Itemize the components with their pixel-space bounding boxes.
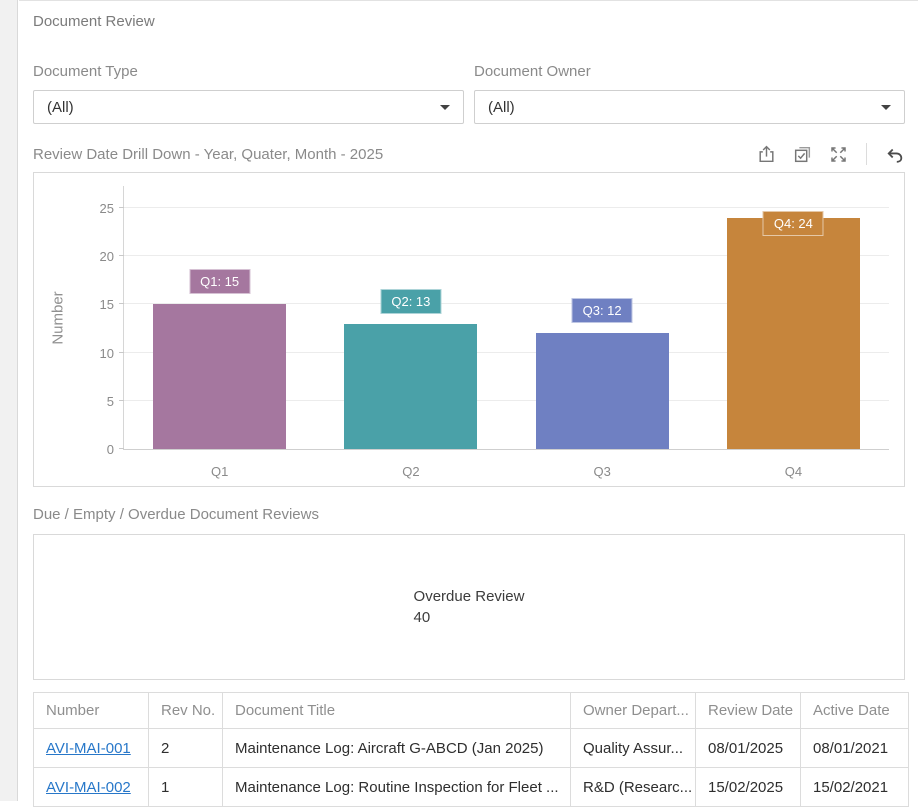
filters-row: Document Type (All) Document Owner (All) (33, 63, 905, 124)
table-body: AVI-MAI-001 2 Maintenance Log: Aircraft G-… (33, 728, 909, 807)
gridline (124, 207, 889, 208)
overdue-metric: Overdue Review 40 (414, 586, 525, 628)
y-tick-label: 20 (99, 249, 114, 265)
y-tick-label: 5 (106, 393, 114, 409)
table-header-row: Number Rev No. Document Title Owner Depart.… (33, 692, 909, 729)
overdue-metric-label: Overdue Review (413, 588, 525, 605)
table-cell: 08/01/2025 (695, 728, 801, 768)
bar-q4[interactable] (726, 217, 860, 449)
table-cell: 2 (148, 728, 223, 768)
bar-q3[interactable] (535, 333, 669, 449)
y-axis-title: Number (49, 291, 67, 345)
y-tick-mark (119, 207, 124, 208)
bar-chart: Number 0 5 10 15 20 25 Q1: 15 Q1 Q2: 13 Q2 Q3: 12 Q… (33, 172, 905, 487)
multi-select-icon[interactable] (792, 144, 813, 165)
x-axis-label: Q2 (402, 464, 420, 479)
maximize-icon[interactable] (828, 144, 849, 165)
document-number-link[interactable]: AVI-MAI-001 (46, 740, 131, 757)
overdue-metric-value: 40 (413, 609, 431, 626)
export-icon[interactable] (756, 144, 777, 165)
column-header: Owner Depart... (570, 692, 696, 729)
chart-toolbar (756, 143, 905, 165)
x-axis-label: Q1 (210, 464, 229, 479)
y-tick-label: 25 (99, 201, 114, 216)
column-header: Rev No. (148, 692, 223, 729)
bar-q2[interactable] (344, 323, 478, 449)
left-gutter (0, 0, 18, 801)
bar-value-label: Q1: 15 (189, 269, 251, 295)
x-axis-label: Q4 (784, 464, 803, 479)
y-tick-label: 0 (106, 442, 114, 457)
column-header: Document Title (222, 692, 571, 729)
overdue-review-card[interactable]: Overdue Review 40 (33, 534, 905, 680)
table-cell: 08/01/2021 (800, 728, 909, 768)
y-tick-mark (119, 448, 124, 449)
table-cell: Quality Assur... (570, 728, 696, 768)
document-type-label: Document Type (33, 63, 138, 80)
document-owner-value: (All) (488, 98, 515, 116)
y-tick-label: 10 (99, 345, 114, 361)
table-cell: Maintenance Log: Aircraft G-ABCD (Jan 20… (222, 728, 571, 768)
x-axis-label: Q3 (593, 464, 611, 479)
document-review-panel: Document Review Document Type (All) Docu… (19, 0, 918, 807)
y-tick-mark (119, 351, 124, 353)
bar-value-label: Q2: 13 (380, 288, 442, 314)
y-tick-label: 15 (99, 297, 114, 313)
page-title: Document Review (33, 13, 155, 30)
plot-area: 0 5 10 15 20 25 Q1: 15 Q1 Q2: 13 Q2 Q3: 12 Q3 Q4: 24… (100, 186, 889, 479)
bar-value-label: Q4: 24 (762, 210, 824, 236)
column-header: Active Date (800, 692, 909, 729)
chevron-down-icon (440, 104, 450, 110)
document-owner-label: Document Owner (474, 63, 591, 80)
filter-document-type: Document Type (All) (33, 63, 464, 124)
documents-table: Number Rev No. Document Title Owner Depart.… (33, 692, 909, 807)
y-tick-mark (119, 303, 124, 305)
chart-header: Review Date Drill Down - Year, Quater, M… (33, 141, 905, 167)
table-row: AVI-MAI-001 2 Maintenance Log: Aircraft G-… (33, 728, 909, 768)
document-number-link[interactable]: AVI-MAI-002 (46, 779, 131, 796)
document-type-dropdown[interactable]: (All) (33, 90, 464, 124)
overdue-section-title: Due / Empty / Overdue Document Reviews (33, 506, 319, 523)
document-type-value: (All) (47, 98, 74, 116)
document-owner-dropdown[interactable]: (All) (474, 90, 905, 124)
table-cell: AVI-MAI-001 (33, 728, 149, 768)
column-header: Review Date (695, 692, 801, 729)
chevron-down-icon (881, 104, 891, 110)
y-tick-mark (119, 255, 124, 257)
y-tick-mark (119, 399, 124, 401)
filter-document-owner: Document Owner (All) (474, 63, 905, 124)
column-header: Number (33, 692, 149, 729)
chart-title: Review Date Drill Down - Year, Quater, M… (33, 145, 384, 163)
bar-value-label: Q3: 12 (571, 298, 633, 324)
toolbar-divider (866, 143, 867, 165)
bar-q1[interactable] (153, 304, 287, 449)
undo-icon[interactable] (884, 144, 905, 165)
